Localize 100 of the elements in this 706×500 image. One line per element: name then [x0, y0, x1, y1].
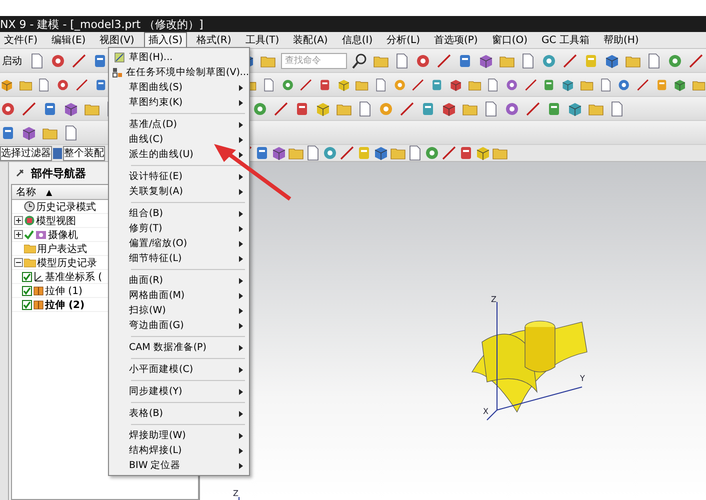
line-icon[interactable]	[688, 52, 704, 68]
cube-icon[interactable]	[475, 145, 491, 161]
cube-icon[interactable]	[63, 100, 79, 116]
scope-dropdown[interactable]: 整个装配	[63, 146, 105, 160]
line-icon[interactable]	[562, 52, 578, 68]
search-field[interactable]: 查找命令	[281, 52, 347, 68]
menu-option[interactable]: 细节特征(L)	[109, 251, 249, 266]
start-button[interactable]: 启动	[0, 54, 24, 68]
page-icon[interactable]	[357, 100, 373, 116]
cube-icon[interactable]	[478, 52, 494, 68]
tree-item-label: 模型历史记录	[37, 256, 97, 270]
menu-option[interactable]: 结构焊接(L)	[109, 443, 249, 458]
menu-option[interactable]: 草图曲线(S)	[109, 80, 249, 95]
menu-option[interactable]: 焊接助理(W)	[109, 428, 249, 443]
line-icon[interactable]	[441, 145, 457, 161]
filter-dropdown[interactable]: 选择过滤器	[0, 146, 52, 160]
menu-item[interactable]: 格式(R)	[192, 32, 236, 48]
line-icon[interactable]	[339, 145, 355, 161]
line-icon[interactable]	[436, 52, 452, 68]
menu-option[interactable]: 小平面建模(C)	[109, 362, 249, 377]
menu-option[interactable]: 设计特征(E)	[109, 169, 249, 184]
page-icon[interactable]	[63, 124, 79, 140]
line-icon[interactable]	[411, 76, 426, 92]
menu-option[interactable]: 扫掠(W)	[109, 303, 249, 318]
cube-icon[interactable]	[21, 124, 37, 140]
checkbox[interactable]	[22, 286, 32, 296]
menu-item[interactable]: 信息(I)	[338, 32, 377, 48]
camera-icon	[35, 229, 47, 240]
axis-label: Z	[491, 295, 496, 304]
page-icon[interactable]	[394, 52, 410, 68]
page-icon[interactable]	[29, 52, 45, 68]
page-icon[interactable]	[609, 100, 625, 116]
menu-option[interactable]: 在任务环境中绘制草图(V)...	[109, 65, 249, 80]
tree-item-label: 拉伸 (1)	[45, 284, 82, 298]
line-icon[interactable]	[636, 76, 650, 92]
page-icon[interactable]	[483, 100, 499, 116]
line-icon[interactable]	[399, 100, 415, 116]
tree-item-label: 基准坐标系 (	[45, 270, 102, 284]
menu-item[interactable]: 分析(L)	[382, 32, 424, 48]
menu-item[interactable]: GC 工具箱	[538, 32, 594, 48]
line-icon[interactable]	[525, 100, 541, 116]
sketch-task-icon	[112, 67, 123, 78]
cube-icon[interactable]	[567, 100, 583, 116]
tree-item-label: 摄像机	[48, 228, 78, 242]
menu-option[interactable]: 偏置/缩放(O)	[109, 236, 249, 251]
menu-option[interactable]: 派生的曲线(U)	[109, 147, 249, 162]
menu-option[interactable]: 基准/点(D)	[109, 117, 249, 132]
menu-option[interactable]: 弯边曲面(G)	[109, 318, 249, 333]
tree-item-label: 用户表达式	[37, 242, 87, 256]
menu-item[interactable]: 首选项(P)	[430, 32, 482, 48]
menu-option[interactable]: 表格(B)	[109, 406, 249, 421]
folder-icon	[24, 257, 36, 268]
menu-item[interactable]: 视图(V)	[96, 32, 138, 48]
cube-icon[interactable]	[373, 145, 389, 161]
axes-icon	[33, 271, 44, 282]
line-icon[interactable]	[273, 100, 289, 116]
menu-option[interactable]: 草图(H)...	[109, 50, 249, 65]
expand-icon[interactable]	[14, 216, 23, 225]
line-icon[interactable]	[21, 100, 37, 116]
menu-option[interactable]: 草图约束(K)	[109, 95, 249, 110]
menu-option[interactable]: BIW 定位器	[109, 458, 249, 473]
menu-item[interactable]: 窗口(O)	[488, 32, 532, 48]
cube-icon[interactable]	[441, 100, 457, 116]
menu-option[interactable]: 网格曲面(M)	[109, 288, 249, 303]
dropdown-button[interactable]	[53, 148, 62, 158]
page-icon[interactable]	[486, 76, 500, 92]
page-icon[interactable]	[262, 76, 276, 92]
menu-option[interactable]: 组合(B)	[109, 206, 249, 221]
menu-item[interactable]: 文件(F)	[0, 32, 42, 48]
tree-item-label: 拉伸 (2)	[45, 298, 85, 312]
checkbox[interactable]	[22, 300, 32, 310]
menu-item[interactable]: 编辑(E)	[48, 32, 90, 48]
page-icon[interactable]	[374, 76, 388, 92]
line-icon[interactable]	[71, 52, 87, 68]
window-title: NX 9 - 建模 - [_model3.prt （修改的）]	[0, 16, 204, 32]
line-icon[interactable]	[299, 76, 313, 92]
page-icon[interactable]	[520, 52, 536, 68]
menu-option[interactable]: 曲线(C)	[109, 132, 249, 147]
expand-icon[interactable]	[14, 230, 23, 239]
cube-icon[interactable]	[315, 100, 331, 116]
line-icon[interactable]	[524, 76, 538, 92]
checkbox[interactable]	[22, 272, 32, 282]
cube-icon[interactable]	[604, 52, 620, 68]
menu-option[interactable]: CAM 数据准备(P)	[109, 340, 249, 355]
page-icon[interactable]	[37, 76, 52, 92]
page-icon[interactable]	[598, 76, 612, 92]
menu-option[interactable]: 修剪(T)	[109, 221, 249, 236]
search-icon[interactable]	[352, 52, 368, 68]
collapse-icon[interactable]	[14, 258, 23, 267]
menu-item[interactable]: 帮助(H)	[599, 32, 643, 48]
menu-item[interactable]: 插入(S)	[144, 32, 186, 48]
page-icon[interactable]	[646, 52, 662, 68]
axis-label: X	[483, 407, 488, 416]
menu-item[interactable]: 装配(A)	[289, 32, 332, 48]
axis-label: Z	[233, 489, 238, 498]
cube-icon[interactable]	[271, 145, 287, 161]
menu-item[interactable]: 工具(T)	[241, 32, 284, 48]
menu-option[interactable]: 曲面(R)	[109, 273, 249, 288]
menu-option[interactable]: 同步建模(Y)	[109, 384, 249, 399]
line-icon[interactable]	[74, 76, 89, 92]
